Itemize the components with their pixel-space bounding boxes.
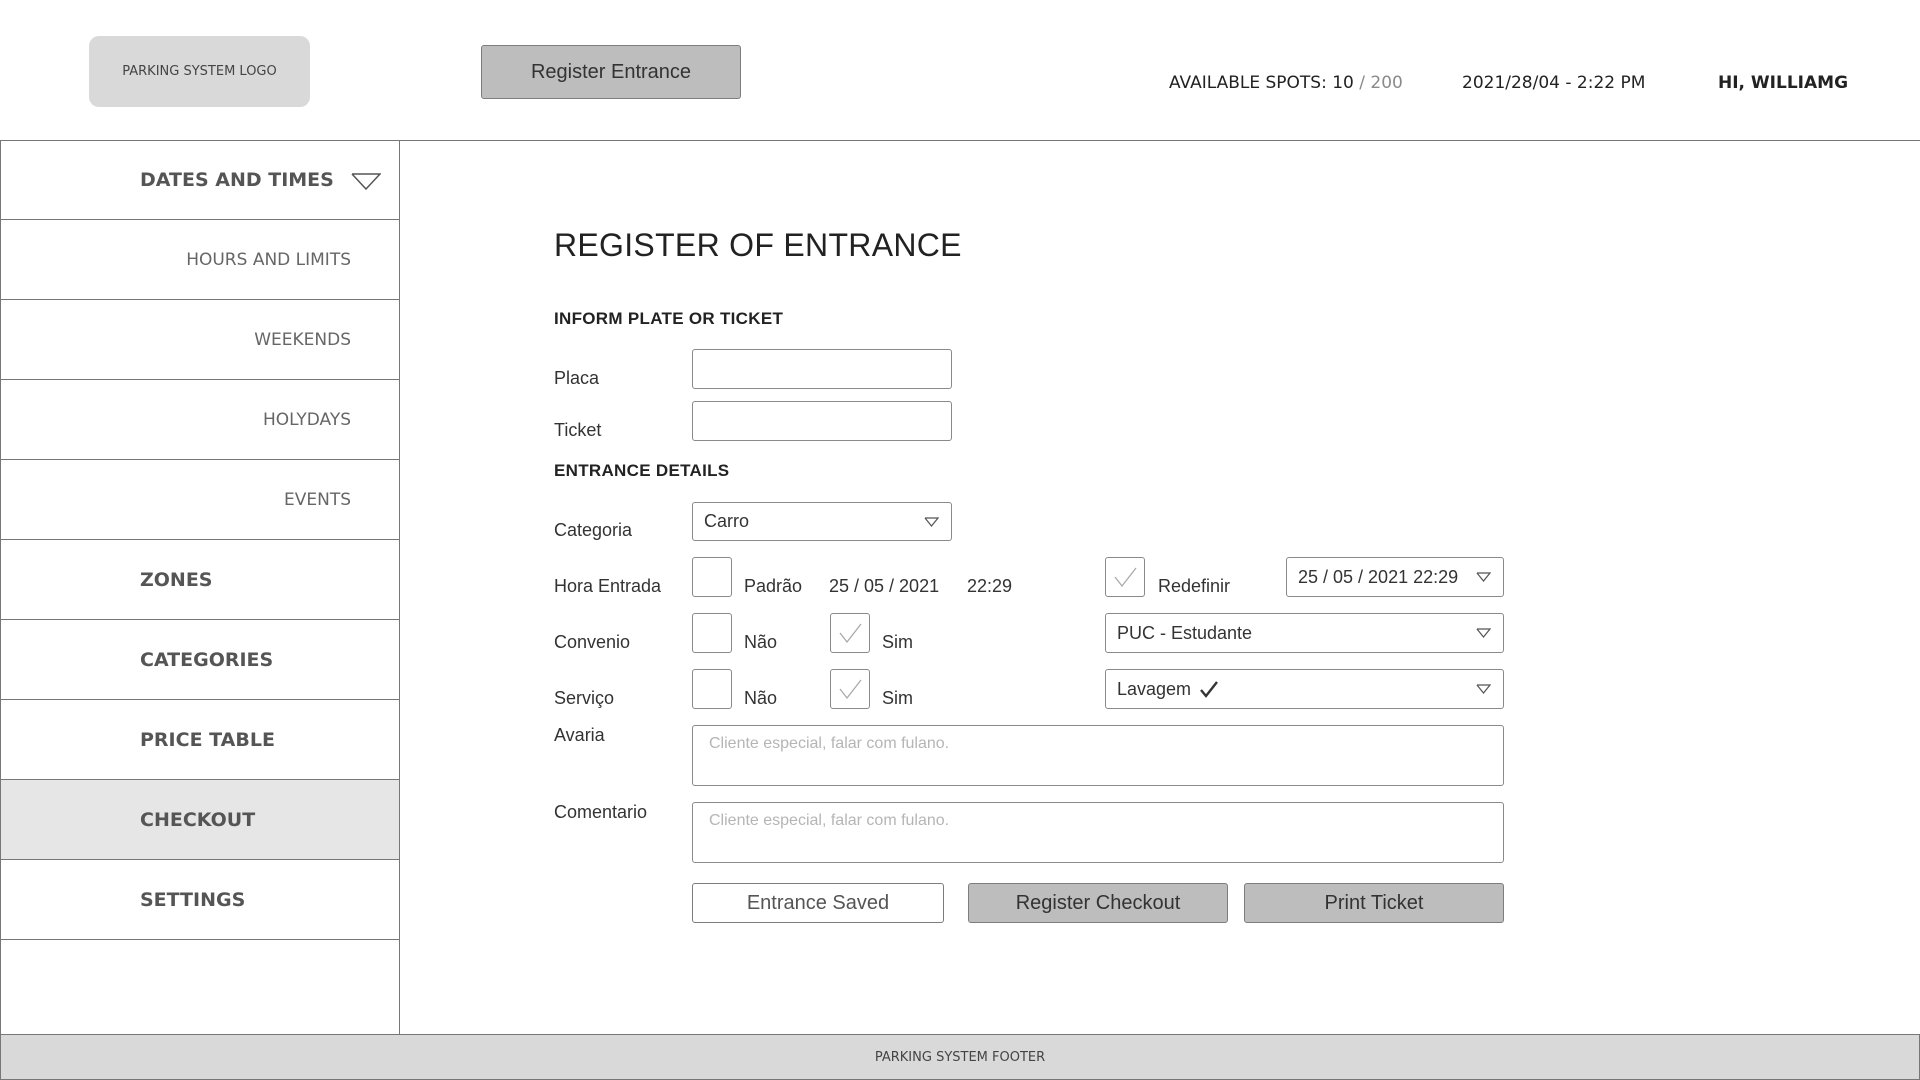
print-ticket-button[interactable]: Print Ticket (1244, 883, 1504, 923)
chevron-down-icon (351, 173, 381, 190)
redefinir-label: Redefinir (1158, 576, 1231, 596)
sidebar-item-settings[interactable]: SETTINGS (1, 860, 399, 940)
available-spots: AVAILABLE SPOTS: 10 / 200 (1169, 73, 1403, 93)
chevron-down-icon (1476, 684, 1491, 694)
sidebar-item-checkout[interactable]: CHECKOUT (1, 780, 399, 860)
redefinir-checkbox[interactable] (1105, 557, 1145, 597)
sidebar-item-categories[interactable]: CATEGORIES (1, 620, 399, 700)
redefinir-datetime-value: 25 / 05 / 2021 22:29 (1298, 566, 1459, 587)
checkmark-icon (1200, 681, 1219, 698)
sidebar-item-label: PRICE TABLE (140, 728, 275, 751)
register-entrance-button[interactable]: Register Entrance (481, 45, 741, 99)
convenio-value: PUC - Estudante (1117, 622, 1253, 643)
current-datetime: 2021/28/04 - 2:22 PM (1462, 73, 1646, 93)
sidebar-item-dates-and-times[interactable]: DATES AND TIMES (1, 140, 399, 220)
ticket-input[interactable] (692, 401, 952, 441)
sidebar-item-weekends[interactable]: WEEKENDS (1, 300, 399, 380)
padrao-label: Padrão (744, 576, 803, 596)
padrao-date: 25 / 05 / 2021 (829, 576, 940, 596)
chevron-down-icon (924, 516, 939, 527)
categoria-value: Carro (704, 511, 750, 531)
servico-nao-checkbox[interactable] (692, 669, 732, 709)
page-title: REGISTER OF ENTRANCE (554, 227, 962, 263)
categoria-label: Categoria (554, 520, 633, 540)
register-checkout-button[interactable]: Register Checkout (968, 883, 1228, 923)
available-spots-count: 10 (1332, 73, 1354, 93)
check-icon (839, 679, 862, 700)
sidebar-item-price-table[interactable]: PRICE TABLE (1, 700, 399, 780)
convenio-sim-checkbox[interactable] (830, 613, 870, 653)
sidebar-item-label: CATEGORIES (140, 648, 274, 671)
sidebar-item-label: SETTINGS (140, 888, 246, 911)
servico-label: Serviço (554, 688, 615, 708)
placa-input[interactable] (692, 349, 952, 389)
convenio-nao-label: Não (744, 632, 778, 652)
comentario-label: Comentario (554, 802, 648, 822)
chevron-down-icon (1476, 628, 1491, 638)
categoria-select[interactable]: Carro (692, 502, 952, 541)
hora-entrada-label: Hora Entrada (554, 576, 662, 596)
sidebar-item-holydays[interactable]: HOLYDAYS (1, 380, 399, 460)
sidebar-item-label: CHECKOUT (140, 808, 256, 831)
redefinir-datetime-select[interactable]: 25 / 05 / 2021 22:29 (1286, 557, 1504, 597)
avaria-label: Avaria (554, 725, 605, 745)
total-spots-count: / 200 (1359, 73, 1403, 93)
servico-value: Lavagem (1117, 678, 1192, 699)
sidebar-item-events[interactable]: EVENTS (1, 460, 399, 540)
sidebar: DATES AND TIMES HOURS AND LIMITS WEEKEND… (0, 140, 400, 1034)
parking-system-logo: PARKING SYSTEM LOGO (89, 36, 310, 107)
padrao-checkbox[interactable] (692, 557, 732, 597)
ticket-label: Ticket (554, 420, 602, 440)
convenio-label: Convenio (554, 632, 631, 652)
footer: PARKING SYSTEM FOOTER (0, 1034, 1920, 1080)
servico-sim-checkbox[interactable] (830, 669, 870, 709)
sidebar-item-label: DATES AND TIMES (140, 168, 334, 191)
sidebar-item-zones[interactable]: ZONES (1, 540, 399, 620)
sidebar-item-label: ZONES (140, 568, 213, 591)
check-icon (1114, 567, 1137, 588)
available-spots-label: AVAILABLE SPOTS: (1169, 73, 1327, 93)
sidebar-item-label: EVENTS (283, 489, 351, 510)
convenio-sim-label: Sim (882, 632, 913, 652)
user-greeting[interactable]: HI, WILLIAMG (1718, 73, 1848, 93)
servico-select[interactable]: Lavagem (1105, 669, 1504, 709)
avaria-textarea[interactable]: Cliente especial, falar com fulano. (692, 725, 1504, 786)
servico-sim-label: Sim (882, 688, 913, 708)
sidebar-item-label: HOURS AND LIMITS (186, 249, 351, 270)
servico-nao-label: Não (744, 688, 778, 708)
convenio-nao-checkbox[interactable] (692, 613, 732, 653)
section-inform-plate: INFORM PLATE OR TICKET (554, 309, 784, 328)
convenio-select[interactable]: PUC - Estudante (1105, 613, 1504, 653)
comentario-textarea[interactable]: Cliente especial, falar com fulano. (692, 802, 1504, 863)
entrance-saved-button[interactable]: Entrance Saved (692, 883, 944, 923)
sidebar-item-label: WEEKENDS (254, 329, 351, 350)
section-entrance-details: ENTRANCE DETAILS (554, 461, 730, 480)
placa-label: Placa (554, 368, 600, 388)
padrao-time: 22:29 (967, 576, 1013, 596)
sidebar-item-hours-and-limits[interactable]: HOURS AND LIMITS (1, 220, 399, 300)
chevron-down-icon (1476, 572, 1491, 582)
sidebar-item-label: HOLYDAYS (262, 409, 351, 430)
check-icon (839, 623, 862, 644)
